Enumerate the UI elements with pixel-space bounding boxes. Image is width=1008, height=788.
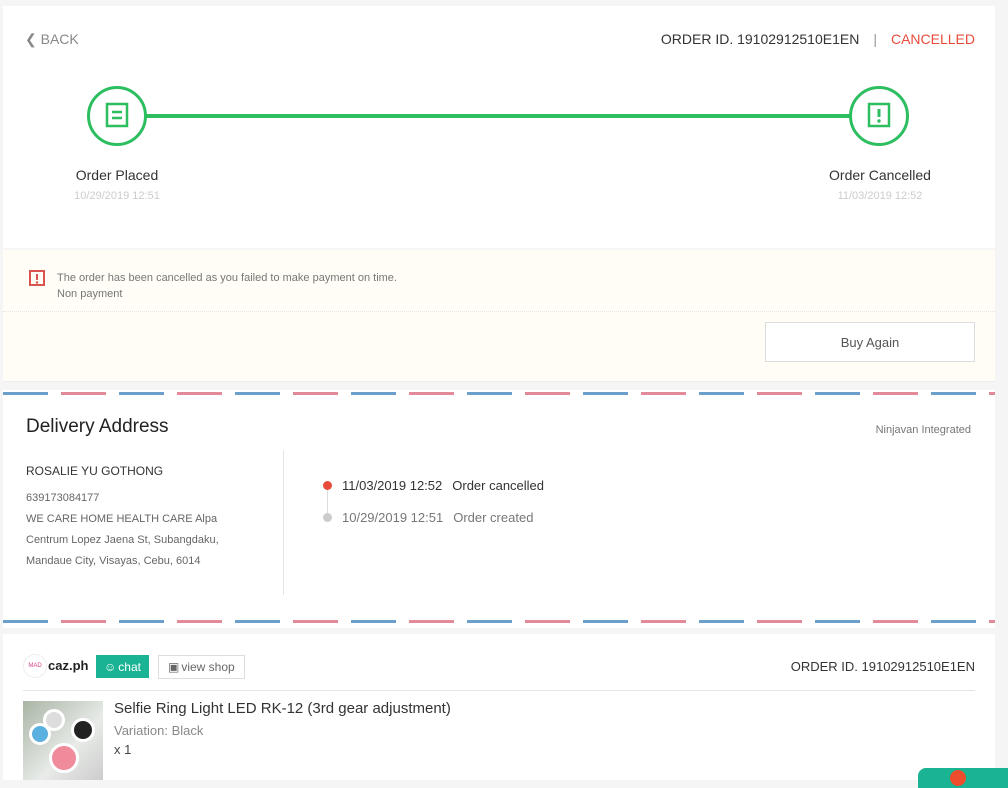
tracking-event: 11/03/2019 12:52 Order cancelled: [323, 478, 544, 493]
recipient-name: ROSALIE YU GOTHONG: [26, 464, 164, 478]
back-button[interactable]: ❮ BACK: [25, 31, 79, 48]
delivery-address-card: Delivery Address Ninjavan Integrated ROS…: [3, 390, 995, 628]
notification-badge: [950, 770, 966, 786]
recipient-phone: 639173084177: [26, 492, 100, 504]
shop-logo[interactable]: MAD: [23, 654, 47, 678]
notice-reason: Non payment: [57, 288, 123, 300]
chat-button[interactable]: ☺ chat: [96, 655, 149, 678]
envelope-stripe: [3, 620, 995, 623]
event-text: Order cancelled: [452, 478, 545, 493]
progress-line: [146, 114, 851, 118]
carrier-name: Ninjavan Integrated: [875, 424, 971, 436]
buy-again-button[interactable]: Buy Again: [765, 322, 975, 362]
chat-label: chat: [118, 659, 141, 674]
shop-icon: ▣: [168, 660, 180, 674]
chevron-left-icon: ❮: [25, 31, 37, 47]
status-badge: CANCELLED: [890, 31, 975, 47]
back-label: BACK: [40, 31, 79, 47]
view-shop-button[interactable]: ▣ view shop: [158, 655, 245, 679]
order-header: ORDER ID. 19102912510E1EN | CANCELLED: [660, 31, 975, 47]
status-dot-icon: [323, 513, 332, 522]
step-time: 11/03/2019 12:52: [837, 190, 923, 202]
recipient-address: WE CARE HOME HEALTH CARE Alpa Centrum Lo…: [26, 513, 219, 567]
cancellation-notice: The order has been cancelled as you fail…: [3, 250, 995, 382]
alert-icon: [29, 270, 45, 293]
step-time: 10/29/2019 12:51: [74, 190, 160, 202]
event-text: Order created: [453, 510, 534, 525]
order-id: ORDER ID. 19102912510E1EN: [790, 659, 975, 674]
step-label: Order Cancelled: [829, 167, 931, 183]
product-quantity: x 1: [114, 742, 132, 757]
receipt-alert-icon: [849, 86, 909, 146]
shop-name[interactable]: caz.ph: [48, 658, 88, 673]
notice-message: The order has been cancelled as you fail…: [57, 272, 397, 284]
receipt-icon: [87, 86, 147, 146]
step-label: Order Placed: [75, 167, 159, 183]
section-title: Delivery Address: [26, 416, 169, 437]
chat-icon: ☺: [104, 659, 117, 674]
tracking-event: 10/29/2019 12:51 Order created: [323, 510, 533, 525]
view-shop-label: view shop: [181, 660, 235, 674]
event-time: 10/29/2019 12:51: [342, 510, 444, 525]
product-name[interactable]: Selfie Ring Light LED RK-12 (3rd gear ad…: [114, 700, 451, 717]
order-id: ORDER ID. 19102912510E1EN: [660, 31, 860, 47]
status-dot-icon: [323, 481, 332, 490]
shop-order-card: MAD caz.ph ☺ chat ▣ view shop ORDER ID. 19…: [3, 634, 995, 780]
product-image[interactable]: [23, 701, 103, 780]
envelope-stripe: [3, 392, 995, 395]
event-time: 11/03/2019 12:52: [342, 478, 443, 493]
product-variation: Variation: Black: [114, 723, 204, 738]
order-status-card: ❮ BACK ORDER ID. 19102912510E1EN | CANCELL…: [3, 6, 995, 248]
